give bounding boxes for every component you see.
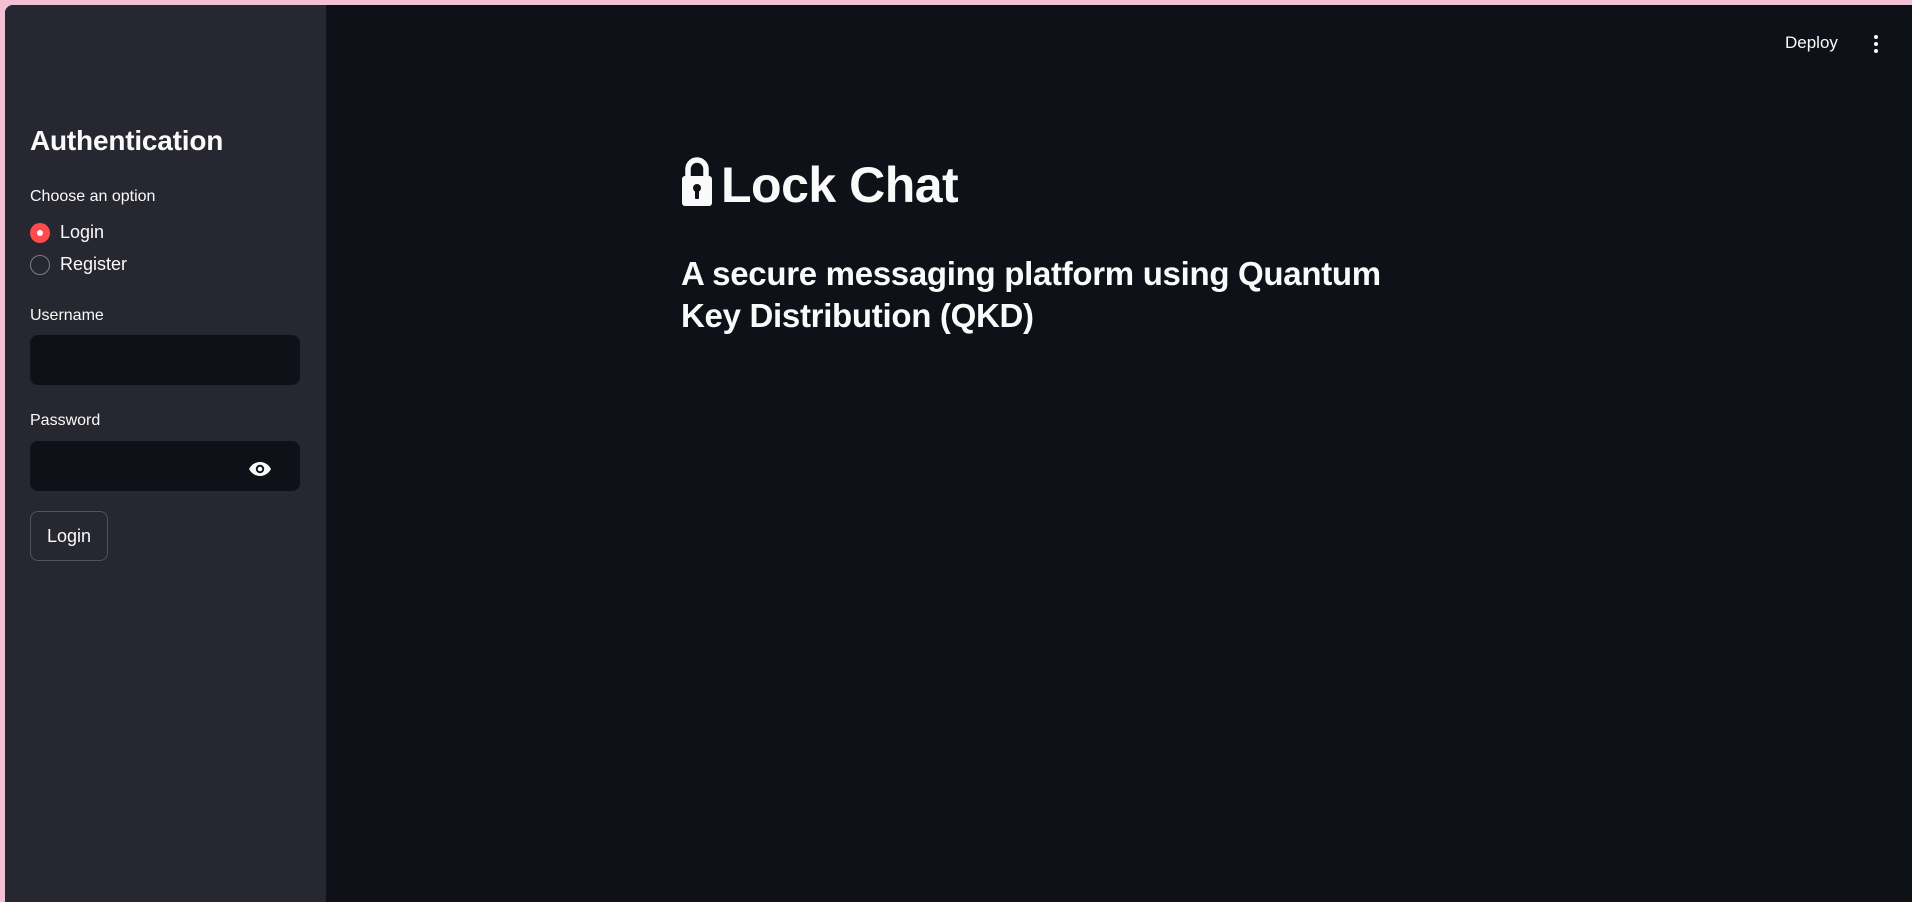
radio-login[interactable]: Login (30, 222, 104, 243)
username-input[interactable] (30, 335, 300, 385)
sidebar: Authentication Choose an option Login Re… (5, 5, 326, 902)
radio-selected-icon[interactable] (30, 222, 50, 243)
radio-register[interactable]: Register (30, 254, 127, 275)
login-button[interactable]: Login (30, 511, 108, 561)
deploy-button[interactable]: Deploy (1785, 33, 1838, 53)
app-window: Authentication Choose an option Login Re… (5, 5, 1912, 902)
lock-icon (681, 155, 713, 215)
page-title-text: Lock Chat (721, 157, 959, 213)
radio-register-label: Register (60, 254, 128, 274)
radio-unselected-icon[interactable] (30, 254, 50, 275)
option-label: Choose an option (30, 188, 156, 205)
radio-login-label: Login (60, 222, 105, 242)
kebab-menu-icon[interactable] (1869, 31, 1883, 57)
sidebar-title: Authentication (30, 125, 224, 156)
password-label: Password (30, 412, 101, 429)
eye-icon[interactable] (245, 457, 275, 481)
page-subtitle: A secure messaging platform using Quantu… (681, 255, 1381, 334)
username-label: Username (30, 307, 104, 324)
page-title: Lock Chat (681, 155, 959, 215)
